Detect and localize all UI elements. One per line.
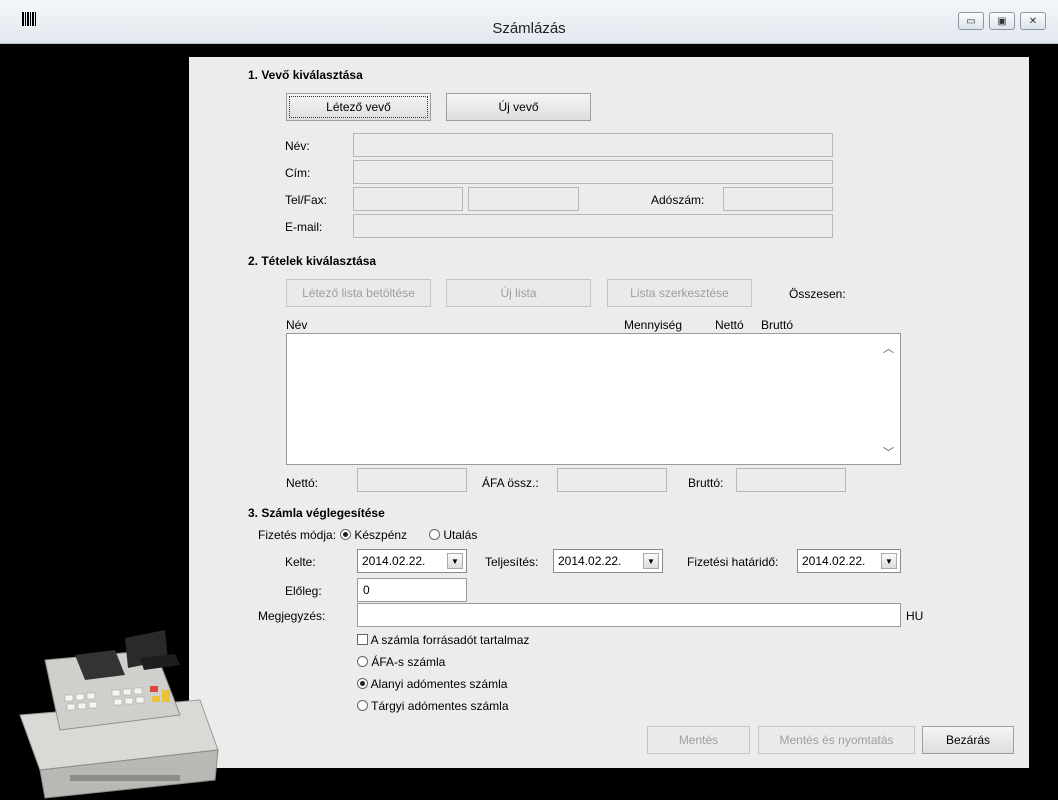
net-total-label: Nettó:: [286, 476, 319, 490]
email-field[interactable]: [353, 214, 833, 238]
invoice-type-vat-radio[interactable]: ÁFA-s számla: [357, 655, 445, 669]
note-field[interactable]: [357, 603, 901, 627]
column-header-quantity: Mennyiség: [624, 318, 683, 332]
invoice-type-subjective-exempt-radio[interactable]: Alanyi adómentes számla: [357, 677, 507, 691]
radio-selected-icon: [357, 678, 368, 689]
net-total-field: [357, 468, 467, 492]
payment-label: Fizetés módja:: [258, 528, 337, 542]
column-header-gross: Bruttó: [761, 318, 794, 332]
column-header-name: Név: [286, 318, 308, 332]
invoice-type-objective-exempt-radio[interactable]: Tárgyi adómentes számla: [357, 699, 509, 713]
minimize-button[interactable]: ▭: [958, 12, 984, 30]
save-button[interactable]: Mentés: [647, 726, 750, 754]
maximize-icon: ▣: [997, 15, 1007, 27]
name-field[interactable]: [353, 133, 833, 157]
save-and-print-button[interactable]: Mentés és nyomtatás: [758, 726, 915, 754]
window-title: Számlázás: [492, 20, 566, 37]
edit-list-button[interactable]: Lista szerkesztése: [607, 279, 752, 307]
vat-total-field: [557, 468, 667, 492]
name-label: Név:: [285, 139, 310, 153]
invoice-form: 1. Vevő kiválasztása Létező vevő Új vevő…: [189, 57, 1029, 768]
note-label: Megjegyzés:: [258, 609, 326, 623]
address-field[interactable]: [353, 160, 833, 184]
address-label: Cím:: [285, 166, 311, 180]
close-icon: ✕: [1028, 15, 1038, 27]
existing-customer-button[interactable]: Létező vevő: [286, 93, 431, 121]
chevron-down-icon: ▼: [881, 553, 897, 569]
due-date-select[interactable]: 2014.02.22. ▼: [797, 549, 901, 573]
gross-total-field: [736, 468, 846, 492]
chevron-down-icon: ▼: [447, 553, 463, 569]
checkbox-icon: [357, 634, 368, 645]
items-list[interactable]: ︿ ﹀: [286, 333, 901, 465]
radio-icon: [357, 656, 368, 667]
section3-heading: 3. Számla véglegesítése: [248, 506, 385, 520]
scroll-down-icon[interactable]: ﹀: [883, 444, 894, 460]
email-label: E-mail:: [285, 220, 323, 234]
fulfil-label: Teljesítés:: [485, 555, 539, 569]
taxno-field[interactable]: [723, 187, 833, 211]
close-window-button[interactable]: ✕: [1020, 12, 1046, 30]
title-bar: Számlázás ▭ ▣ ✕: [0, 0, 1058, 44]
radio-icon: [357, 700, 368, 711]
gross-total-label: Bruttó:: [688, 476, 724, 490]
fulfil-date-select[interactable]: 2014.02.22. ▼: [553, 549, 663, 573]
advance-field[interactable]: 0: [357, 578, 467, 602]
vat-total-label: ÁFA össz.:: [482, 476, 539, 490]
radio-icon: [429, 529, 440, 540]
new-customer-button[interactable]: Új vevő: [446, 93, 591, 121]
issued-date-select[interactable]: 2014.02.22. ▼: [357, 549, 467, 573]
payment-cash-radio[interactable]: Készpénz: [340, 528, 407, 542]
fax-field[interactable]: [468, 187, 579, 211]
chevron-down-icon: ▼: [643, 553, 659, 569]
column-header-net: Nettó: [715, 318, 744, 332]
scroll-up-icon[interactable]: ︿: [883, 340, 894, 356]
section1-heading: 1. Vevő kiválasztása: [248, 68, 363, 82]
load-list-button[interactable]: Létező lista betöltése: [286, 279, 431, 307]
minimize-icon: ▭: [966, 15, 976, 27]
total-label: Összesen:: [789, 287, 846, 301]
phone-field[interactable]: [353, 187, 463, 211]
taxno-label: Adószám:: [651, 193, 705, 207]
advance-label: Előleg:: [285, 584, 322, 598]
telfax-label: Tel/Fax:: [285, 193, 328, 207]
due-label: Fizetési határidő:: [687, 555, 779, 569]
payment-transfer-radio[interactable]: Utalás: [429, 528, 477, 542]
section2-heading: 2. Tételek kiválasztása: [248, 254, 377, 268]
cash-register-image: [19, 630, 219, 799]
radio-selected-icon: [340, 529, 351, 540]
maximize-button[interactable]: ▣: [989, 12, 1015, 30]
issued-label: Kelte:: [285, 555, 316, 569]
close-button[interactable]: Bezárás: [922, 726, 1014, 754]
note-suffix: HU: [906, 609, 924, 623]
source-tax-checkbox[interactable]: A számla forrásadót tartalmaz: [357, 633, 529, 647]
new-list-button[interactable]: Új lista: [446, 279, 591, 307]
